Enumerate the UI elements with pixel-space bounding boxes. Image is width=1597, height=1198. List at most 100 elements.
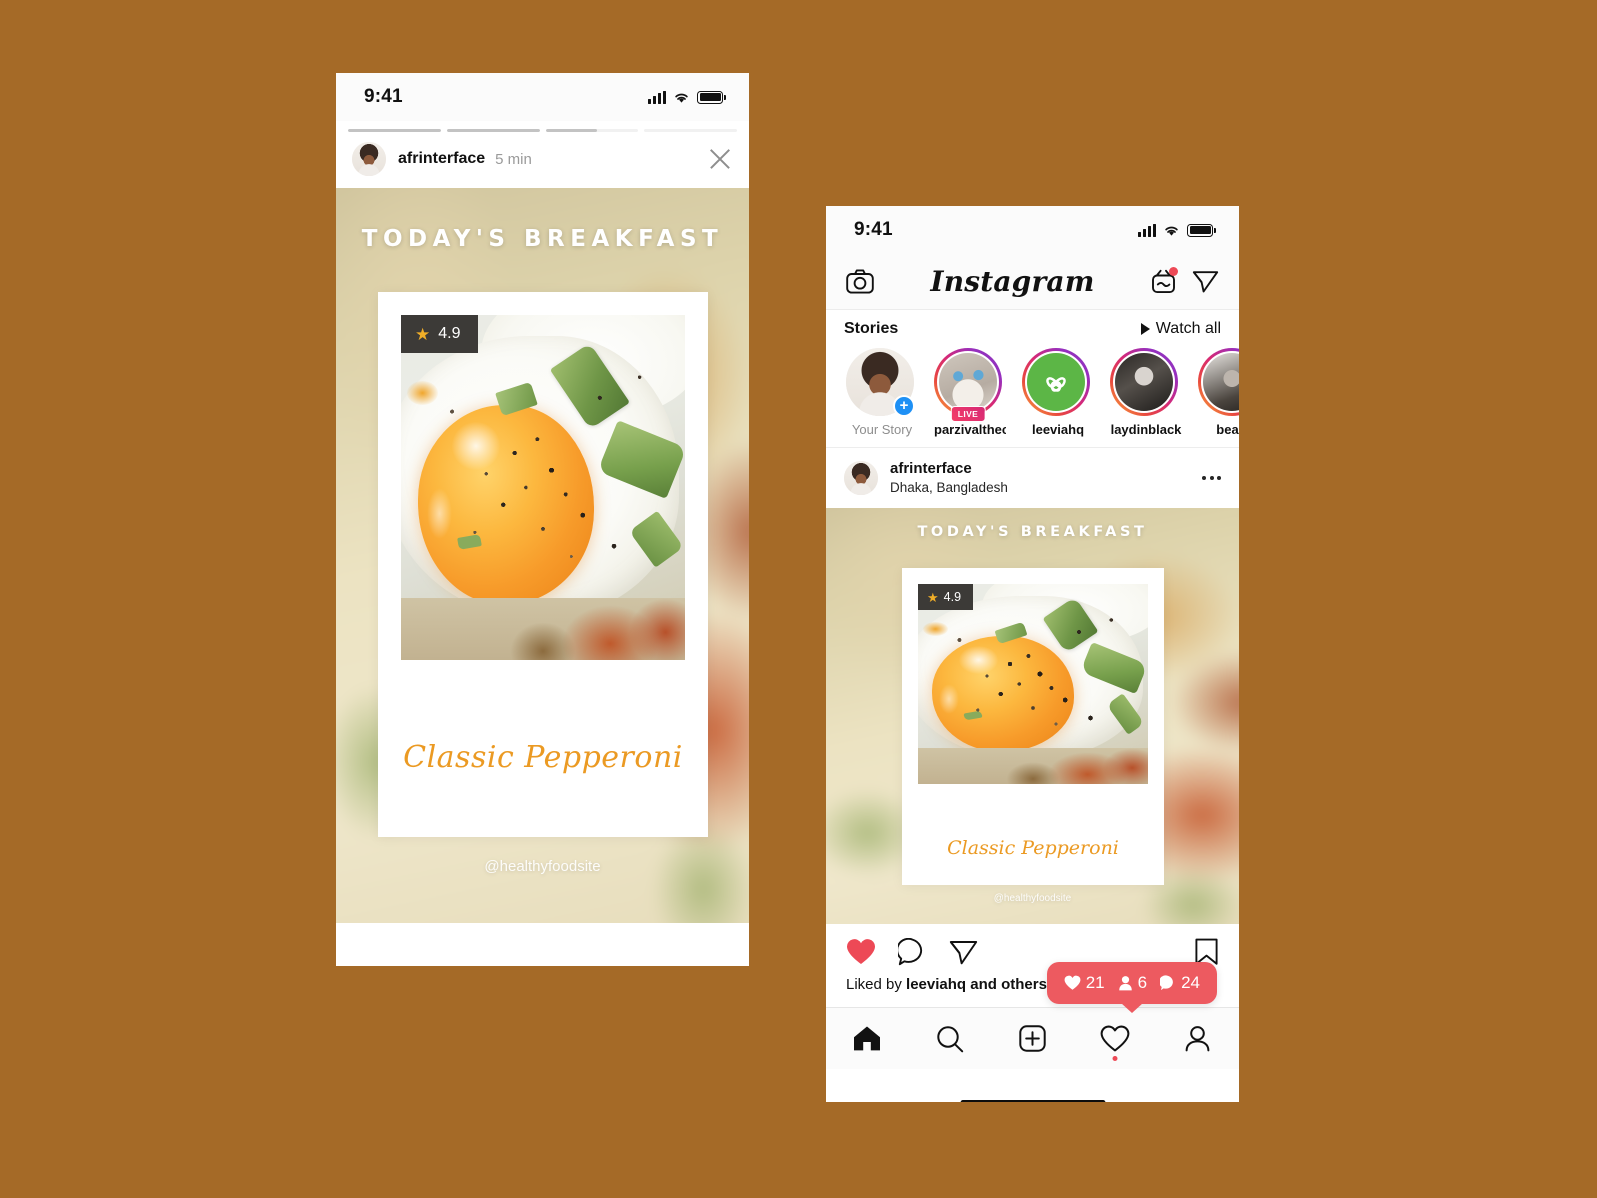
likes-stat: 21 bbox=[1064, 973, 1105, 993]
heart-filled-icon bbox=[1064, 975, 1081, 990]
igtv-icon[interactable] bbox=[1151, 267, 1178, 294]
comments-count: 24 bbox=[1181, 973, 1200, 992]
progress-segment-1[interactable] bbox=[348, 129, 441, 132]
story-status-bar: 9:41 bbox=[336, 73, 749, 121]
heart-outline-icon bbox=[1100, 1025, 1130, 1052]
heart-filled-icon[interactable] bbox=[846, 938, 876, 966]
stories-heading: Stories bbox=[844, 320, 899, 337]
cellular-bars-icon bbox=[1138, 223, 1156, 237]
recipe-card: ★ 4.9 Classic Pepperoni bbox=[902, 568, 1164, 886]
status-icons bbox=[1138, 223, 1216, 237]
star-icon: ★ bbox=[927, 589, 939, 605]
story-item-parzivalthecat[interactable]: LIVE parzivalthecat bbox=[934, 348, 1006, 437]
watermark: @healthyfoodsite bbox=[484, 858, 601, 875]
feed-status-bar: 9:41 bbox=[826, 206, 1239, 254]
avatar[interactable]: LIVE bbox=[934, 348, 1002, 422]
camera-icon[interactable] bbox=[846, 269, 874, 294]
search-icon bbox=[937, 1026, 964, 1053]
story-item-your-story[interactable]: + Your Story bbox=[846, 348, 918, 437]
stories-list[interactable]: + Your Story LIVE parzivalthecat bbox=[826, 346, 1239, 447]
post-location[interactable]: Dhaka, Bangladesh bbox=[890, 479, 1008, 497]
liked-by-prefix: Liked by bbox=[846, 976, 907, 994]
home-tab[interactable] bbox=[843, 1015, 891, 1063]
post-username[interactable]: afrinterface bbox=[890, 460, 1008, 479]
activity-notification-dot bbox=[1112, 1055, 1118, 1061]
avatar[interactable] bbox=[1198, 348, 1239, 416]
wifi-icon bbox=[1165, 226, 1178, 236]
progress-segment-4[interactable] bbox=[644, 129, 737, 132]
story-item-label: beard bbox=[1216, 422, 1239, 437]
rating-badge: ★ 4.9 bbox=[401, 315, 478, 353]
share-icon[interactable] bbox=[949, 939, 978, 966]
food-photo: ★ 4.9 bbox=[918, 584, 1148, 785]
liked-by-user[interactable]: leeviahq bbox=[906, 976, 966, 993]
story-username[interactable]: afrinterface bbox=[398, 150, 485, 168]
star-icon: ★ bbox=[415, 324, 431, 344]
followers-count: 6 bbox=[1137, 973, 1148, 992]
comments-stat: 24 bbox=[1160, 973, 1200, 993]
feed-phone: 9:41 Instagram Stories Watch all + Your … bbox=[826, 206, 1239, 1102]
rating-badge: ★ 4.9 bbox=[918, 584, 974, 611]
cellular-bars-icon bbox=[648, 90, 666, 104]
recipe-signature: Classic Pepperoni bbox=[403, 740, 683, 775]
story-progress-bars[interactable] bbox=[336, 121, 749, 132]
stories-section: Stories Watch all + Your Story LIVE parz… bbox=[826, 310, 1239, 447]
comment-icon[interactable] bbox=[898, 938, 927, 966]
leaf-logo-icon bbox=[1046, 377, 1066, 392]
status-icons bbox=[648, 90, 726, 104]
recipe-card: ★ 4.9 Classic Pepperoni bbox=[378, 292, 708, 837]
create-tab[interactable] bbox=[1008, 1015, 1056, 1063]
story-item-laydinblack[interactable]: laydinblack bbox=[1110, 348, 1182, 437]
person-icon bbox=[1118, 976, 1132, 991]
post-header: afrinterface Dhaka, Bangladesh bbox=[826, 447, 1239, 509]
story-home-area bbox=[336, 923, 749, 966]
progress-segment-2[interactable] bbox=[446, 129, 540, 132]
post-media[interactable]: Today's Breakfast ★ bbox=[826, 508, 1239, 925]
search-tab[interactable] bbox=[926, 1015, 974, 1063]
status-time: 9:41 bbox=[364, 86, 403, 107]
avatar[interactable] bbox=[844, 461, 878, 496]
tab-bar bbox=[826, 1007, 1239, 1070]
stories-header: Stories Watch all bbox=[826, 320, 1239, 346]
story-item-label: leeviahq bbox=[1031, 422, 1085, 437]
comment-filled-icon bbox=[1160, 975, 1173, 991]
more-options-icon[interactable] bbox=[1202, 476, 1221, 481]
liked-by-suffix[interactable]: and others bbox=[966, 976, 1047, 993]
avatar[interactable] bbox=[352, 142, 386, 176]
story-header: afrinterface 5 min bbox=[336, 132, 749, 188]
followers-stat: 6 bbox=[1118, 973, 1147, 993]
profile-tab[interactable] bbox=[1174, 1015, 1222, 1063]
story-item-leeviahq[interactable]: leeviahq bbox=[1022, 348, 1094, 437]
home-indicator[interactable] bbox=[960, 1100, 1105, 1102]
battery-full-icon bbox=[1187, 223, 1216, 237]
avatar[interactable] bbox=[1022, 348, 1090, 416]
story-item-label: Your Story bbox=[851, 422, 913, 437]
story-item-label: laydinblack bbox=[1110, 422, 1182, 437]
live-badge: LIVE bbox=[950, 406, 986, 422]
recipe-signature: Classic Pepperoni bbox=[947, 837, 1119, 860]
home-filled-icon bbox=[854, 1026, 881, 1051]
story-item-beard[interactable]: beard bbox=[1198, 348, 1239, 437]
story-canvas[interactable]: Today's Breakfast ★ bbox=[336, 188, 749, 923]
watch-all-label: Watch all bbox=[1155, 320, 1221, 337]
avatar[interactable]: + bbox=[846, 348, 915, 417]
post-author-meta: afrinterface Dhaka, Bangladesh bbox=[890, 460, 1008, 496]
person-outline-icon bbox=[1185, 1026, 1210, 1052]
direct-message-icon[interactable] bbox=[1192, 269, 1219, 294]
post-media-title: Today's Breakfast bbox=[917, 524, 1148, 541]
activity-tab[interactable] bbox=[1091, 1015, 1139, 1063]
close-icon[interactable] bbox=[707, 146, 733, 172]
rating-value: 4.9 bbox=[943, 590, 962, 605]
feed-home-area bbox=[826, 1069, 1239, 1102]
rating-value: 4.9 bbox=[438, 325, 461, 342]
play-triangle-icon bbox=[1140, 323, 1150, 335]
plus-square-icon bbox=[1019, 1025, 1046, 1052]
plus-icon[interactable]: + bbox=[893, 395, 915, 417]
watch-all-button[interactable]: Watch all bbox=[1140, 320, 1221, 338]
food-photo: ★ 4.9 bbox=[401, 315, 685, 660]
progress-segment-3[interactable] bbox=[545, 129, 639, 132]
engagement-badge[interactable]: 21 6 24 bbox=[1046, 962, 1217, 1004]
fried-egg-image bbox=[401, 315, 685, 660]
avatar[interactable] bbox=[1110, 348, 1178, 416]
story-title: Today's Breakfast bbox=[361, 226, 724, 252]
